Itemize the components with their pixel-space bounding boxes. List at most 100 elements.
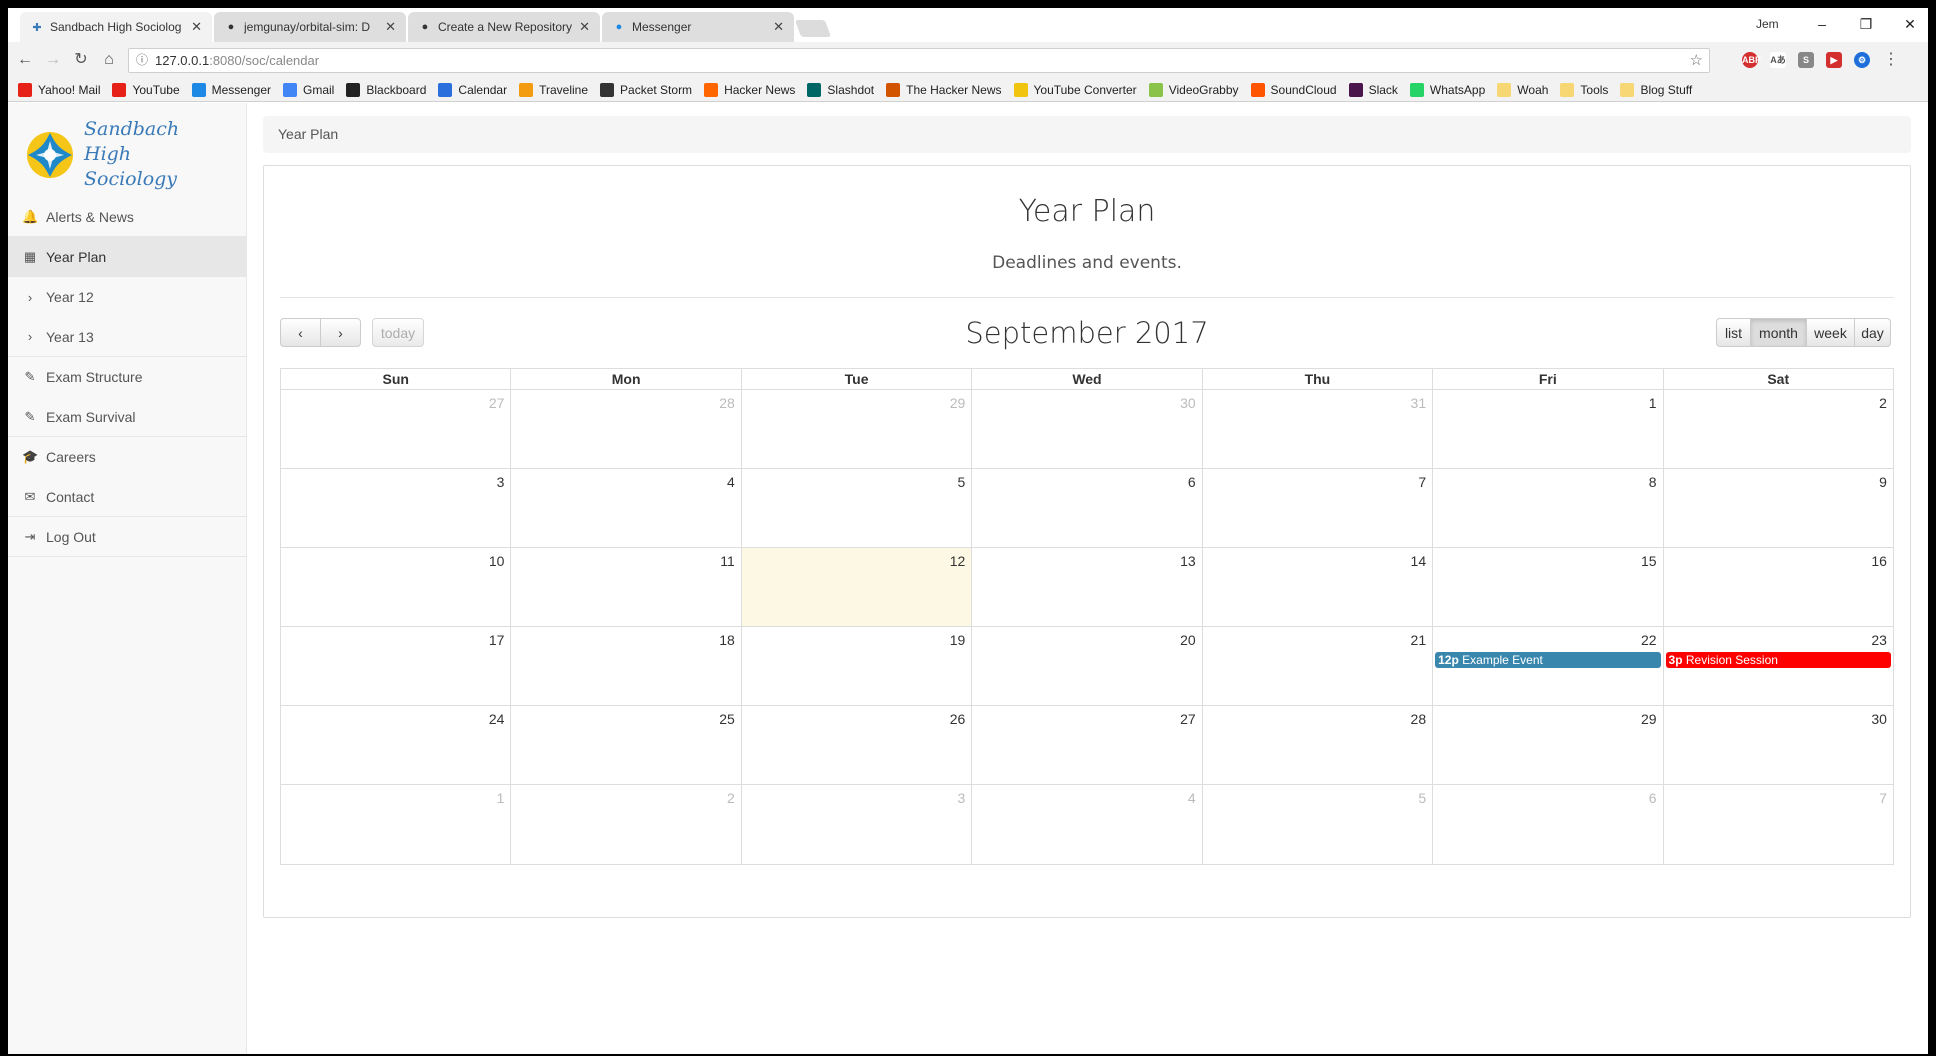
- day-number[interactable]: 27: [489, 395, 505, 411]
- day-cell[interactable]: 23 3p Revision Session: [1664, 627, 1893, 705]
- day-cell[interactable]: 6: [972, 469, 1203, 547]
- day-cell[interactable]: 10: [281, 548, 512, 626]
- day-number[interactable]: 3: [497, 474, 505, 490]
- day-cell[interactable]: 24: [281, 706, 512, 784]
- day-number[interactable]: 2: [727, 790, 735, 806]
- view-week-button[interactable]: week: [1806, 318, 1855, 347]
- day-number[interactable]: 17: [489, 632, 505, 648]
- day-number[interactable]: 2: [1879, 395, 1887, 411]
- minimize-button[interactable]: –: [1806, 12, 1838, 36]
- day-number[interactable]: 26: [950, 711, 966, 727]
- bookmark-item[interactable]: Tools: [1560, 82, 1608, 97]
- day-cell[interactable]: 27: [281, 390, 512, 468]
- day-number[interactable]: 31: [1411, 395, 1427, 411]
- calendar-event[interactable]: 12p Example Event: [1435, 652, 1661, 668]
- day-number[interactable]: 14: [1411, 553, 1427, 569]
- tab-github-orbital[interactable]: ● jemgunay/orbital-sim: D ✕: [214, 12, 406, 42]
- info-icon[interactable]: ⓘ: [136, 49, 148, 72]
- day-number[interactable]: 5: [1418, 790, 1426, 806]
- bookmark-item[interactable]: The Hacker News: [886, 82, 1002, 97]
- day-number[interactable]: 9: [1879, 474, 1887, 490]
- close-icon[interactable]: ✕: [579, 19, 590, 35]
- day-number[interactable]: 8: [1649, 474, 1657, 490]
- day-number[interactable]: 28: [719, 395, 735, 411]
- day-cell[interactable]: 30: [1664, 706, 1893, 784]
- bookmark-item[interactable]: Blog Stuff: [1620, 82, 1692, 97]
- day-cell[interactable]: 7: [1203, 469, 1434, 547]
- day-number[interactable]: 10: [489, 553, 505, 569]
- day-number[interactable]: 6: [1649, 790, 1657, 806]
- sidebar-item-contact[interactable]: ✉ Contact: [8, 477, 247, 517]
- bookmark-item[interactable]: Packet Storm: [600, 82, 692, 97]
- day-number[interactable]: 18: [719, 632, 735, 648]
- day-number[interactable]: 20: [1180, 632, 1196, 648]
- bookmark-item[interactable]: Gmail: [283, 82, 334, 97]
- day-number[interactable]: 1: [497, 790, 505, 806]
- day-number[interactable]: 23: [1871, 632, 1887, 648]
- day-cell[interactable]: 19: [742, 627, 973, 705]
- extension-red-icon[interactable]: ▶: [1826, 52, 1842, 68]
- day-cell[interactable]: 5: [1203, 785, 1434, 864]
- day-number[interactable]: 22: [1641, 632, 1657, 648]
- view-month-button[interactable]: month: [1750, 318, 1807, 347]
- sidebar-item-log-out[interactable]: ⇥ Log Out: [8, 517, 247, 557]
- bookmark-item[interactable]: Woah: [1497, 82, 1548, 97]
- day-cell[interactable]: 11: [511, 548, 742, 626]
- day-number[interactable]: 4: [1188, 790, 1196, 806]
- forward-icon[interactable]: →: [42, 49, 64, 71]
- sidebar-item-year-13[interactable]: › Year 13: [8, 317, 247, 357]
- bookmark-item[interactable]: YouTube Converter: [1013, 82, 1137, 97]
- day-cell[interactable]: 27: [972, 706, 1203, 784]
- bookmark-item[interactable]: Yahoo! Mail: [18, 82, 100, 97]
- day-number[interactable]: 13: [1180, 553, 1196, 569]
- day-number[interactable]: 7: [1418, 474, 1426, 490]
- day-cell-today[interactable]: 12: [741, 548, 973, 626]
- day-cell[interactable]: 28: [511, 390, 742, 468]
- day-cell[interactable]: 15: [1433, 548, 1664, 626]
- bookmark-item[interactable]: Messenger: [191, 82, 271, 97]
- day-number[interactable]: 25: [719, 711, 735, 727]
- day-cell[interactable]: 26: [742, 706, 973, 784]
- day-cell[interactable]: 29: [1433, 706, 1664, 784]
- bookmark-item[interactable]: Traveline: [519, 82, 588, 97]
- day-cell[interactable]: 3: [742, 785, 973, 864]
- sidebar-item-careers[interactable]: 🎓 Careers: [8, 437, 247, 477]
- day-cell[interactable]: 3: [281, 469, 512, 547]
- day-number[interactable]: 6: [1188, 474, 1196, 490]
- bookmark-item[interactable]: Slashdot: [807, 82, 874, 97]
- bookmark-item[interactable]: Slack: [1348, 82, 1398, 97]
- day-cell[interactable]: 4: [972, 785, 1203, 864]
- day-number[interactable]: 7: [1879, 790, 1887, 806]
- day-cell[interactable]: 16: [1664, 548, 1893, 626]
- day-cell[interactable]: 13: [972, 548, 1203, 626]
- tab-github-repo[interactable]: ● Create a New Repository ✕: [408, 12, 600, 42]
- day-cell[interactable]: 21: [1203, 627, 1434, 705]
- day-cell[interactable]: 9: [1664, 469, 1893, 547]
- day-number[interactable]: 4: [727, 474, 735, 490]
- day-cell[interactable]: 30: [972, 390, 1203, 468]
- day-number[interactable]: 29: [950, 395, 966, 411]
- sidebar-item-exam-survival[interactable]: ✎ Exam Survival: [8, 397, 247, 437]
- day-number[interactable]: 29: [1641, 711, 1657, 727]
- day-cell[interactable]: 1: [1433, 390, 1664, 468]
- tab-messenger[interactable]: ● Messenger ✕: [602, 12, 794, 42]
- bookmark-item[interactable]: YouTube: [112, 82, 180, 97]
- day-number[interactable]: 24: [489, 711, 505, 727]
- reload-icon[interactable]: ↻: [70, 49, 92, 71]
- sidebar-item-exam-structure[interactable]: ✎ Exam Structure: [8, 357, 247, 397]
- day-cell[interactable]: 1: [281, 785, 512, 864]
- day-number[interactable]: 12: [950, 553, 966, 569]
- sidebar-item-year-12[interactable]: › Year 12: [8, 277, 247, 317]
- day-number[interactable]: 15: [1641, 553, 1657, 569]
- window-close-button[interactable]: ✕: [1894, 12, 1926, 36]
- today-button[interactable]: today: [372, 318, 424, 347]
- day-number[interactable]: 27: [1180, 711, 1196, 727]
- day-cell[interactable]: 22 12p Example Event: [1433, 627, 1664, 705]
- translate-icon[interactable]: Aあ: [1770, 52, 1786, 68]
- bookmark-item[interactable]: Blackboard: [346, 82, 426, 97]
- day-cell[interactable]: 25: [511, 706, 742, 784]
- day-cell[interactable]: 31: [1203, 390, 1434, 468]
- day-cell[interactable]: 6: [1433, 785, 1664, 864]
- bookmark-item[interactable]: Calendar: [438, 82, 507, 97]
- prev-month-button[interactable]: ‹: [280, 318, 321, 347]
